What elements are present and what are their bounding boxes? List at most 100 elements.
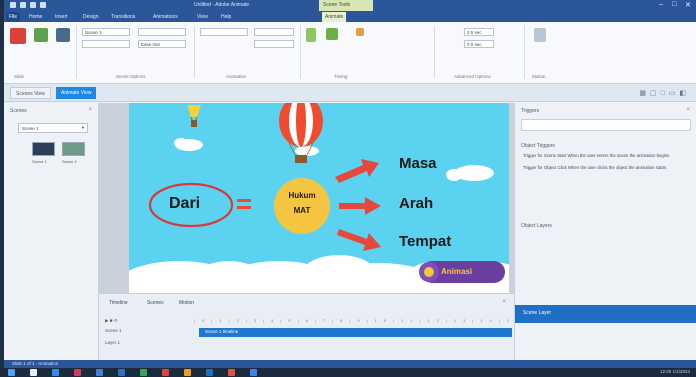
layers-list[interactable]	[521, 233, 691, 303]
slide-text-hukum[interactable]: Hukum	[274, 191, 330, 200]
slide-text-arah[interactable]: Arah	[399, 195, 433, 212]
picture-icon[interactable]	[34, 28, 48, 42]
shapes-icon[interactable]	[56, 28, 70, 42]
app-logo-icon	[10, 2, 16, 8]
app-icon[interactable]	[184, 369, 191, 376]
trigger-toolbar[interactable]	[521, 119, 691, 131]
arrows	[335, 159, 381, 251]
tab-insert[interactable]: Insert	[52, 12, 71, 22]
ribbon: Slide Scene 1 Ease Out Scene Options Ani…	[4, 22, 696, 84]
new-scene-icon[interactable]	[10, 28, 26, 44]
canvas-area: Dari Hukum MAT Masa Arah Tempat Animasi	[99, 103, 514, 293]
ribbon-group-timing: Timing	[334, 74, 348, 79]
clock-time: 12:00	[659, 369, 672, 374]
window-title: Untitled - Adobe Animate	[194, 2, 250, 8]
scene-option-field[interactable]	[82, 40, 130, 48]
slide-text-tempat[interactable]: Tempat	[399, 233, 451, 250]
view-switcher-bar: Scenes View Animate View ▦▢□▭◧	[4, 84, 696, 102]
object-layers-title: Object Layers	[521, 223, 552, 229]
tab-file[interactable]: File	[6, 12, 21, 22]
app-icon[interactable]	[118, 369, 125, 376]
timeline-row[interactable]: Layer 1	[105, 340, 195, 349]
timeline-track[interactable]: Scene 1 timeline	[199, 328, 512, 337]
tab-home[interactable]: Home	[26, 12, 45, 22]
tab-timeline-scenes[interactable]: Scenes	[147, 300, 164, 306]
effect-field[interactable]	[254, 40, 294, 48]
tab-scenes-view[interactable]: Scenes View	[10, 87, 51, 99]
panel-close-icon[interactable]: ×	[502, 299, 506, 305]
tab-animate-view[interactable]: Animate View	[56, 87, 97, 99]
direction-field[interactable]	[254, 28, 294, 36]
slide-text-mat[interactable]: MAT	[274, 206, 330, 215]
app-icon[interactable]	[140, 369, 147, 376]
scenes-panel-title: Scenes	[10, 108, 27, 114]
ribbon-group-advanced-options: Advanced Options	[454, 74, 491, 79]
delay-field[interactable]: 0.0 sec	[464, 40, 494, 48]
tab-design[interactable]: Design	[80, 12, 102, 22]
slide-text-dari[interactable]: Dari	[169, 195, 200, 213]
taskbar: 12:00 1/1/2024	[0, 368, 696, 377]
ribbon-separator	[76, 26, 77, 78]
ribbon-separator	[194, 26, 195, 78]
undo-icon[interactable]	[30, 2, 36, 8]
trigger-item[interactable]: Trigger for Scene Start When the user en…	[523, 153, 688, 158]
panel-close-icon[interactable]: ×	[686, 107, 690, 113]
search-icon[interactable]	[30, 369, 37, 376]
transition-field[interactable]	[200, 28, 248, 36]
app-icon[interactable]	[228, 369, 235, 376]
scene-select[interactable]: Scene 1 ▾	[18, 123, 88, 133]
minimize-icon[interactable]: –	[659, 1, 663, 8]
close-icon[interactable]: ✕	[685, 1, 691, 9]
app-window: Untitled - Adobe Animate Scene Tools – □…	[4, 0, 696, 377]
scene-name-field[interactable]: Scene 1	[82, 28, 130, 36]
scene-thumbnail[interactable]	[32, 142, 55, 156]
edge-icon[interactable]	[52, 369, 59, 376]
view-mode-icons[interactable]: ▦▢□▭◧	[639, 89, 690, 97]
animation-field[interactable]	[138, 28, 186, 36]
equals-sign	[237, 199, 251, 209]
panel-close-icon[interactable]: ×	[88, 107, 92, 113]
save-icon[interactable]	[20, 2, 26, 8]
add-animation-icon[interactable]	[306, 28, 316, 42]
trigger-icon[interactable]	[356, 28, 364, 36]
maximize-icon[interactable]: □	[672, 1, 676, 8]
redo-icon[interactable]	[40, 2, 46, 8]
ribbon-tabs: File Home Insert Design Transitions Anim…	[4, 11, 696, 22]
tab-animate[interactable]: Animate	[322, 12, 347, 22]
timeline-panel: Timeline Scenes Motion × |0|1|2|3|4|5|6|…	[99, 293, 514, 360]
duration-field[interactable]: 2.5 sec	[464, 28, 494, 36]
system-tray[interactable]: 12:00 1/1/2024	[660, 369, 690, 374]
timeline-controls[interactable]: ▶ ■ ⟲	[105, 318, 195, 327]
scene-thumbnail[interactable]	[62, 142, 85, 156]
scenes-panel: Scenes × Scene 1 ▾ Scene 1 Scene 2	[4, 103, 99, 360]
scene-thumbnail-label: Scene 1	[32, 159, 47, 164]
slide-canvas[interactable]: Dari Hukum MAT Masa Arah Tempat Animasi	[129, 103, 509, 293]
tab-animations[interactable]: Animations	[150, 12, 181, 22]
tab-timeline[interactable]: Timeline	[109, 300, 128, 306]
app-icon[interactable]	[162, 369, 169, 376]
tab-view[interactable]: View	[194, 12, 211, 22]
motion-path-icon[interactable]	[534, 28, 546, 42]
start-icon[interactable]	[8, 369, 15, 376]
app-icon[interactable]	[74, 369, 81, 376]
effect-options-icon[interactable]	[326, 28, 338, 40]
scene-layer-label: Scene Layer	[523, 310, 552, 316]
timeline-row[interactable]: Scene 1	[105, 328, 195, 337]
app-icon[interactable]	[250, 369, 257, 376]
context-tab-header: Scene Tools	[319, 0, 373, 11]
app-icon[interactable]	[206, 369, 213, 376]
tab-help[interactable]: Help	[218, 12, 234, 22]
tab-timeline-motion[interactable]: Motion	[179, 300, 194, 306]
slide-text-masa[interactable]: Masa	[399, 155, 437, 172]
logo-text: Animasi	[441, 267, 473, 276]
trigger-item[interactable]: Trigger for Object Click When the user c…	[523, 165, 688, 170]
scene-layer-bar[interactable]: Scene Layer	[515, 305, 696, 323]
status-bar: Slide 1 of 1 · Animation	[4, 360, 696, 368]
app-icon[interactable]	[96, 369, 103, 376]
status-text: Slide 1 of 1 · Animation	[12, 361, 59, 366]
easing-field[interactable]: Ease Out	[138, 40, 186, 48]
small-balloon-icon	[187, 105, 201, 127]
timeline-ruler: |0|1|2|3|4|5|6|7|8|9|10|11|12|13|14|15|1…	[194, 318, 512, 323]
chevron-down-icon: ▾	[81, 125, 84, 130]
tab-transitions[interactable]: Transitions	[108, 12, 138, 22]
